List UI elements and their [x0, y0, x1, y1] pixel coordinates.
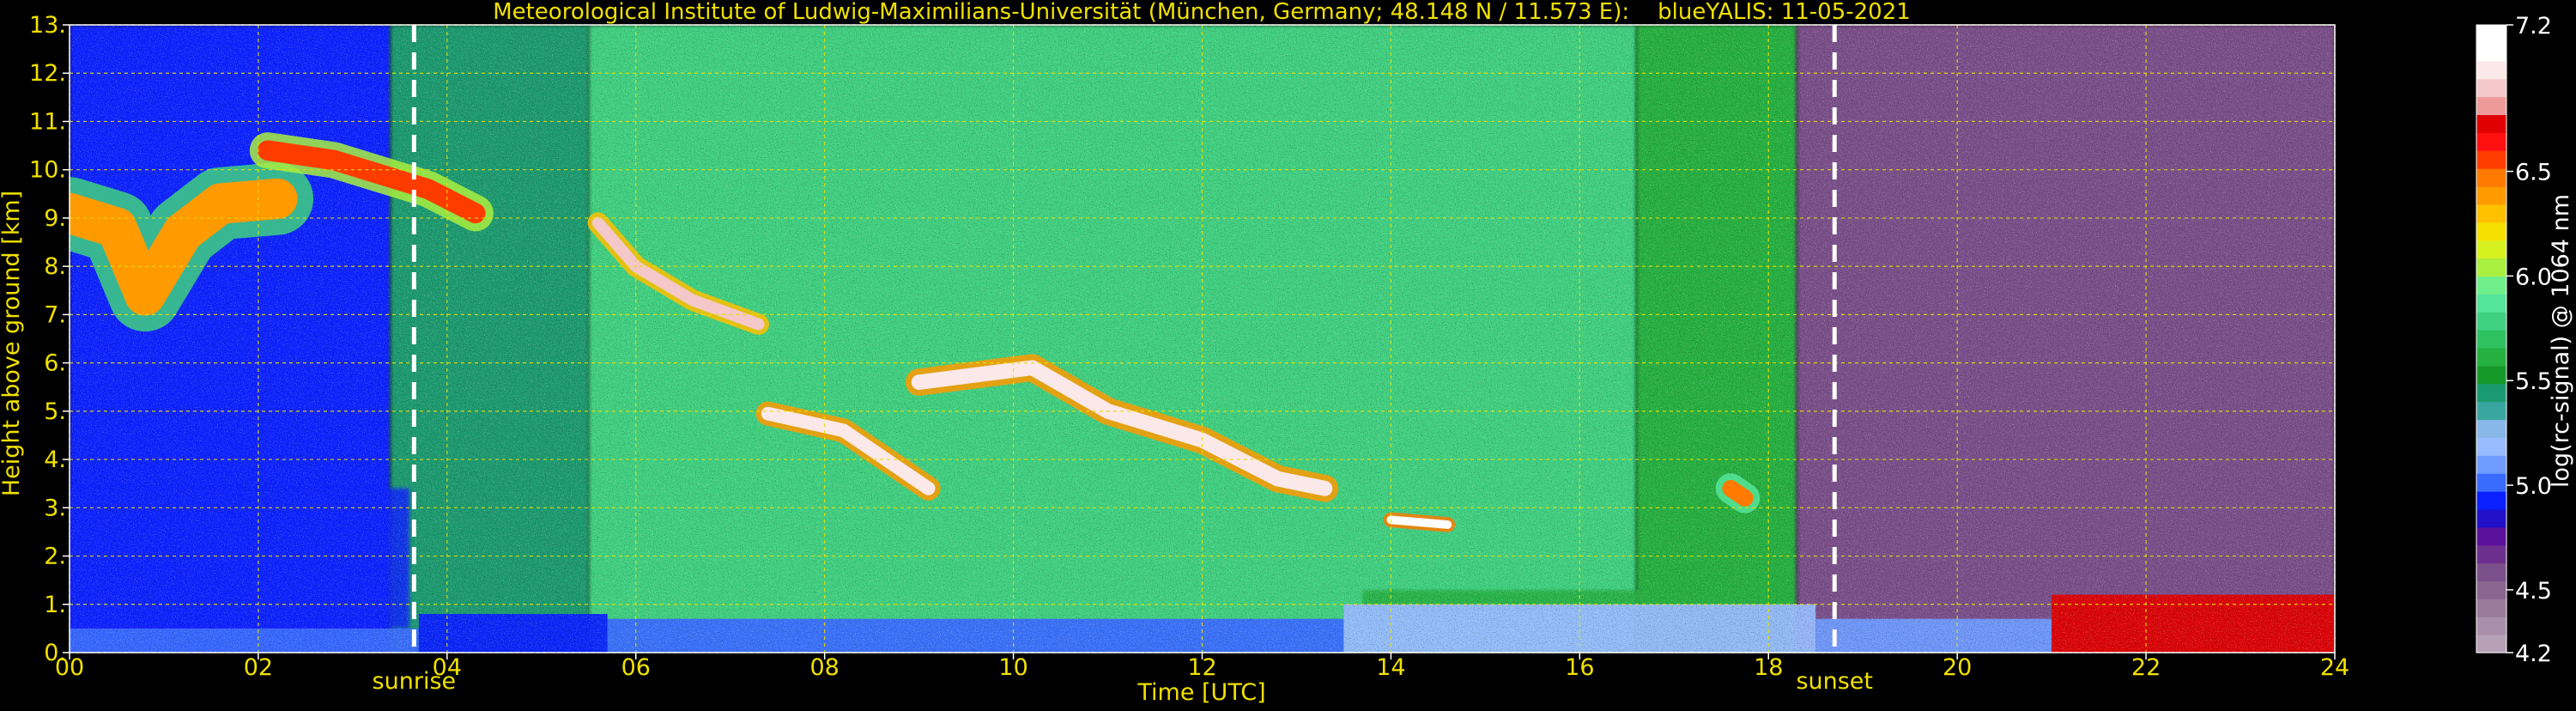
colorbar-label: log(rc-signal) @ 1064 nm: [2548, 194, 2574, 488]
y-tick-label: 4.: [44, 447, 66, 473]
colorbar-segment: [2476, 473, 2506, 492]
colorbar-tick-label: 7.2: [2515, 13, 2552, 40]
colorbar-tick-label: 4.2: [2515, 641, 2552, 667]
colorbar-segment: [2476, 599, 2506, 617]
colorbar-segment: [2476, 383, 2506, 403]
y-tick-label: 12.: [29, 60, 66, 87]
colorbar-segment: [2476, 222, 2506, 241]
colorbar-tick-label: 6.0: [2515, 264, 2552, 290]
colorbar-segment: [2476, 365, 2506, 385]
colorbar-tick-label: 5.5: [2515, 368, 2552, 395]
y-tick-label: 11.: [29, 108, 66, 135]
signal-noise-dark: [70, 25, 2335, 653]
y-tick-label: 9.: [44, 205, 66, 232]
colorbar-segment: [2476, 562, 2506, 582]
colorbar-segment: [2476, 508, 2506, 528]
colorbar-segment: [2476, 330, 2506, 349]
x-tick-label: 20: [1943, 654, 1972, 681]
y-tick-label: 0.: [44, 640, 66, 666]
chart-title: Meteorological Institute of Ludwig-Maxim…: [493, 0, 1911, 25]
colorbar-segment: [2476, 437, 2506, 456]
x-tick-label: 04: [433, 654, 462, 681]
x-tick-label: 08: [809, 654, 839, 681]
colorbar-segment: [2476, 635, 2506, 653]
colorbar-segment: [2476, 168, 2506, 187]
x-tick-label: 22: [2131, 654, 2161, 681]
colorbar-segment: [2476, 204, 2506, 223]
x-tick-label: 16: [1565, 654, 1594, 681]
x-tick-label: 06: [621, 654, 651, 681]
colorbar-segment: [2476, 347, 2506, 367]
y-axis-label: Height above ground [km]: [0, 191, 25, 496]
x-tick-label: 24: [2320, 654, 2349, 681]
y-tick-label: 1.: [44, 592, 66, 618]
y-tick-label: 6.: [44, 350, 66, 377]
colorbar-segment: [2476, 240, 2506, 259]
y-tick-label: 2.: [44, 544, 66, 570]
colorbar-segment: [2476, 150, 2506, 169]
colorbar-segment: [2476, 419, 2506, 438]
colorbar-segment: [2476, 401, 2506, 421]
colorbar: 4.2 4.5 5.0 5.5 6.0 6.5 7.2: [2476, 13, 2552, 667]
plot-area: [70, 25, 2335, 653]
y-tick-label: 7.: [44, 301, 66, 328]
cloud-layer: [1722, 479, 1754, 507]
colorbar-segment: [2476, 185, 2506, 205]
y-tick-label: 10.: [29, 157, 66, 184]
x-tick-label: 18: [1754, 654, 1783, 681]
colorbar-segment: [2476, 491, 2506, 510]
colorbar-segment: [2476, 276, 2506, 295]
colorbar-tick-label: 6.5: [2515, 160, 2552, 186]
colorbar-segment: [2476, 60, 2506, 80]
colorbar-segment: [2476, 580, 2506, 599]
colorbar-segment: [2476, 455, 2506, 474]
x-axis-label: Time [UTC]: [1136, 679, 1265, 706]
colorbar-segment: [2476, 526, 2506, 546]
cloud-layer: [1386, 515, 1452, 529]
colorbar-segment: [2476, 617, 2506, 635]
colorbar-segment: [2476, 42, 2506, 62]
colorbar-segment: [2476, 132, 2506, 151]
colorbar-tick-label: 5.0: [2515, 473, 2552, 500]
colorbar-segment: [2476, 25, 2506, 44]
colorbar-segment: [2476, 312, 2506, 331]
y-tick-label: 3.: [44, 495, 66, 521]
colorbar-segment: [2476, 114, 2506, 133]
colorbar-segment: [2476, 544, 2506, 564]
lidar-quicklook-chart: sunrise sunset 00 02 04 06 08 10 12 14 16 18 20 22 24…: [0, 0, 2576, 708]
colorbar-segment: [2476, 258, 2506, 276]
x-tick-label: 14: [1376, 654, 1405, 681]
y-tick-label: 5.: [44, 398, 66, 425]
colorbar-segment: [2476, 96, 2506, 116]
x-tick-label: 02: [244, 654, 273, 681]
chart-svg: sunrise sunset 00 02 04 06 08 10 12 14 16 18 20 22 24…: [0, 0, 2574, 706]
y-tick-label: 13.: [29, 12, 66, 39]
y-tick-label: 8.: [44, 253, 66, 280]
sunset-label: sunset: [1796, 668, 1873, 695]
colorbar-tick-label: 4.5: [2515, 578, 2552, 605]
colorbar-segment: [2476, 78, 2506, 98]
x-tick-label: 10: [998, 654, 1027, 681]
x-tick-label: 12: [1187, 654, 1216, 681]
colorbar-segment: [2476, 294, 2506, 313]
